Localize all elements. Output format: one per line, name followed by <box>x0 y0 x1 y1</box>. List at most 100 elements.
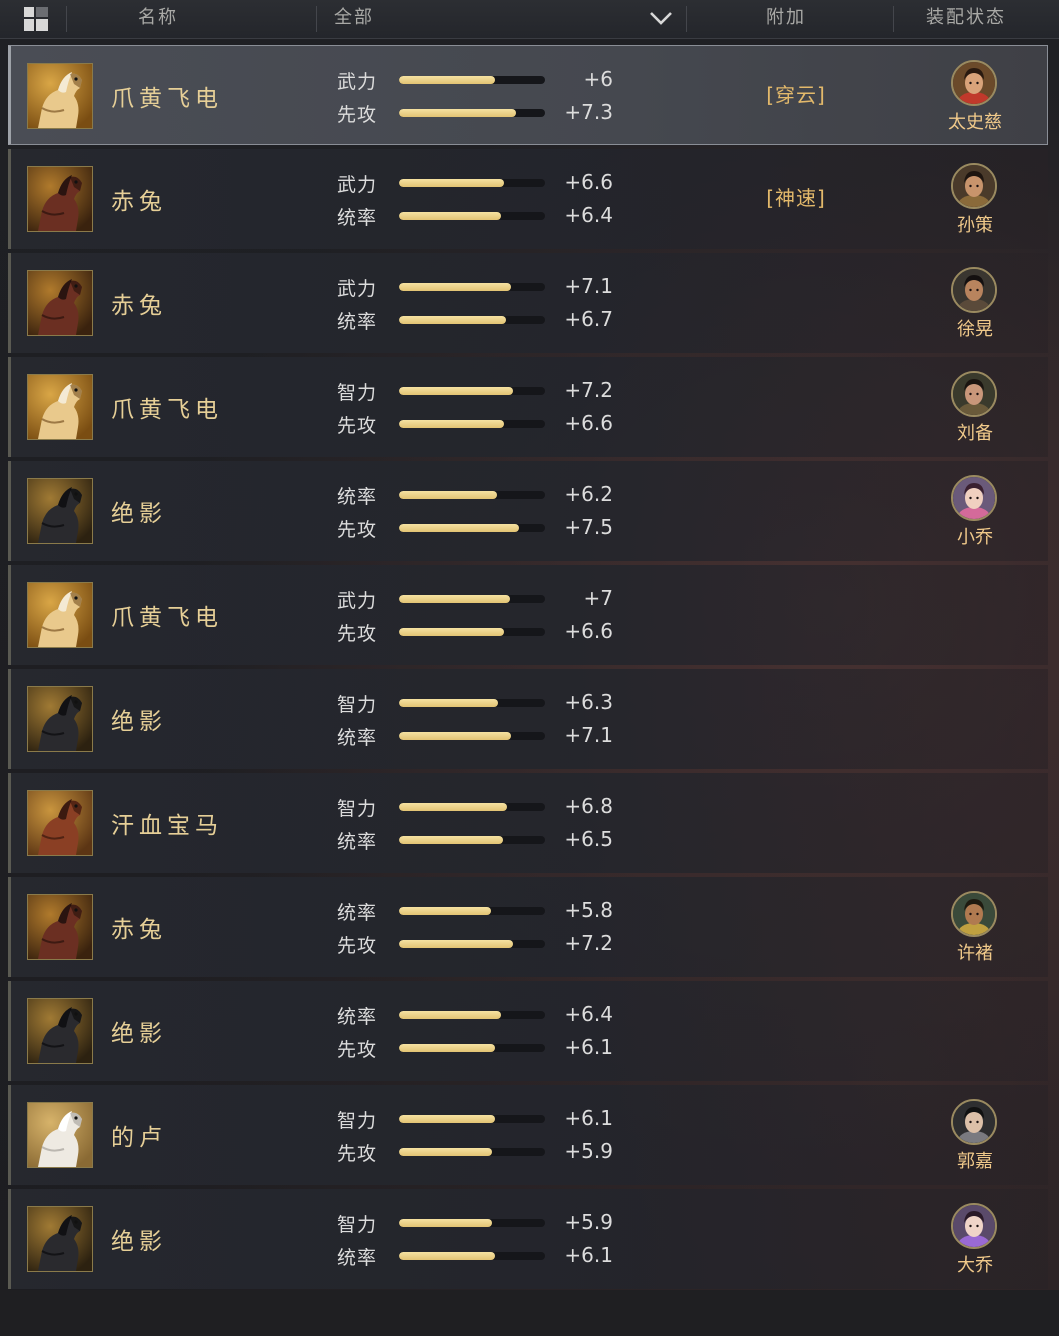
extra-skill: [穿云] <box>766 83 826 107</box>
avatar-xiaoqiao-icon[interactable] <box>951 475 997 521</box>
equipped-general-name: 孙策 <box>957 215 993 236</box>
stat-line: 先攻 +7.5 <box>11 513 631 543</box>
stat-bar <box>399 524 545 532</box>
stat-bar-fill <box>399 732 512 740</box>
stat-value: +6.4 <box>564 1002 613 1026</box>
header-divider <box>893 6 894 32</box>
equipped-general-name: 太史慈 <box>948 112 1002 133</box>
stat-value: +7.1 <box>564 723 613 747</box>
stat-bar-fill <box>399 803 508 811</box>
list-header: 名称 全部 附加 装配状态 <box>0 0 1059 39</box>
stat-value: +6.6 <box>564 619 613 643</box>
stat-value: +7.2 <box>564 378 613 402</box>
stat-bar <box>399 699 545 707</box>
avatar-daqiao-icon[interactable] <box>951 1203 997 1249</box>
equipped-general-name: 郭嘉 <box>957 1151 993 1172</box>
stat-bar-fill <box>399 524 519 532</box>
column-equip-header[interactable]: 装配状态 <box>926 0 1006 38</box>
stat-line: 先攻 +6.6 <box>11 409 631 439</box>
stat-label: 智力 <box>337 694 378 716</box>
stat-label: 统率 <box>337 1247 378 1269</box>
stat-label: 先攻 <box>337 104 378 126</box>
stat-line: 统率 +6.5 <box>11 825 631 855</box>
list-footer <box>0 1290 1059 1336</box>
stat-bar-fill <box>399 699 499 707</box>
stat-label: 智力 <box>337 382 378 404</box>
stat-bar <box>399 836 545 844</box>
grid-view-icon[interactable] <box>23 6 49 32</box>
stat-bar <box>399 1219 545 1227</box>
horse-row[interactable]: 绝影 统率 +6.2 先攻 +7.5 小乔 <box>8 461 1048 561</box>
stat-bar <box>399 940 545 948</box>
stat-label: 智力 <box>337 1110 378 1132</box>
stat-bar-fill <box>399 179 505 187</box>
avatar-xuhuang-icon[interactable] <box>951 267 997 313</box>
stat-bar <box>399 1252 545 1260</box>
horse-row[interactable]: 绝影 智力 +5.9 统率 +6.1 大乔 <box>8 1189 1048 1289</box>
horse-row[interactable]: 赤兔 统率 +5.8 先攻 +7.2 许褚 <box>8 877 1048 977</box>
stat-value: +6.2 <box>564 482 613 506</box>
stat-line: 先攻 +6.6 <box>11 617 631 647</box>
stat-line: 武力 +7.1 <box>11 272 631 302</box>
stat-bar <box>399 420 545 428</box>
equipped-general-name: 大乔 <box>957 1255 993 1276</box>
stat-label: 统率 <box>337 1006 378 1028</box>
stat-bar <box>399 803 545 811</box>
stat-bar <box>399 109 545 117</box>
stat-line: 统率 +5.8 <box>11 896 631 926</box>
stat-bar <box>399 387 545 395</box>
stat-bar <box>399 1115 545 1123</box>
chevron-down-icon[interactable] <box>648 8 674 28</box>
stat-value: +7.1 <box>564 274 613 298</box>
filter-select[interactable]: 全部 <box>334 0 374 38</box>
horse-row[interactable]: 汗血宝马 智力 +6.8 统率 +6.5 <box>8 773 1048 873</box>
stat-value: +7.3 <box>564 100 613 124</box>
horse-row[interactable]: 爪黄飞电 智力 +7.2 先攻 +6.6 刘备 <box>8 357 1048 457</box>
stat-bar <box>399 491 545 499</box>
stat-line: 智力 +5.9 <box>11 1208 631 1238</box>
horse-row[interactable]: 赤兔 武力 +6.6 统率 +6.4 [神速] 孙策 <box>8 149 1048 249</box>
stat-label: 先攻 <box>337 415 378 437</box>
stat-bar-fill <box>399 595 510 603</box>
stat-bar-fill <box>399 387 513 395</box>
column-extra-header[interactable]: 附加 <box>766 0 806 38</box>
stat-label: 统率 <box>337 311 378 333</box>
stat-line: 先攻 +7.3 <box>11 98 631 128</box>
stat-value: +6.6 <box>564 170 613 194</box>
stat-label: 统率 <box>337 727 378 749</box>
equipped-general-name: 刘备 <box>957 423 993 444</box>
avatar-guojia-icon[interactable] <box>951 1099 997 1145</box>
horse-row[interactable]: 赤兔 武力 +7.1 统率 +6.7 徐晃 <box>8 253 1048 353</box>
horse-row[interactable]: 爪黄飞电 武力 +6 先攻 +7.3 [穿云] 太史慈 <box>8 45 1048 145</box>
avatar-suince-icon[interactable] <box>951 163 997 209</box>
horse-row[interactable]: 爪黄飞电 武力 +7 先攻 +6.6 <box>8 565 1048 665</box>
stat-bar <box>399 595 545 603</box>
stat-label: 统率 <box>337 207 378 229</box>
avatar-taishici-icon[interactable] <box>951 60 997 106</box>
stat-line: 先攻 +5.9 <box>11 1137 631 1167</box>
avatar-xuchu-icon[interactable] <box>951 891 997 937</box>
horse-row[interactable]: 的卢 智力 +6.1 先攻 +5.9 郭嘉 <box>8 1085 1048 1185</box>
stat-bar-fill <box>399 76 496 84</box>
stat-bar-fill <box>399 283 512 291</box>
stat-bar <box>399 76 545 84</box>
horse-row[interactable]: 绝影 统率 +6.4 先攻 +6.1 <box>8 981 1048 1081</box>
stat-bar-fill <box>399 836 503 844</box>
stat-value: +6.1 <box>564 1035 613 1059</box>
column-name-header[interactable]: 名称 <box>138 0 178 38</box>
stat-line: 先攻 +6.1 <box>11 1033 631 1063</box>
stat-value: +6.5 <box>564 827 613 851</box>
stat-label: 智力 <box>337 798 378 820</box>
horse-row[interactable]: 绝影 智力 +6.3 统率 +7.1 <box>8 669 1048 769</box>
stat-line: 智力 +6.1 <box>11 1104 631 1134</box>
header-divider <box>316 6 317 32</box>
stat-value: +6.3 <box>564 690 613 714</box>
avatar-liubei-icon[interactable] <box>951 371 997 417</box>
stat-value: +6.8 <box>564 794 613 818</box>
stat-bar-fill <box>399 1115 496 1123</box>
stat-line: 智力 +6.8 <box>11 792 631 822</box>
stat-value: +7 <box>583 586 613 610</box>
stat-bar <box>399 179 545 187</box>
stat-label: 统率 <box>337 831 378 853</box>
stat-value: +6.4 <box>564 203 613 227</box>
